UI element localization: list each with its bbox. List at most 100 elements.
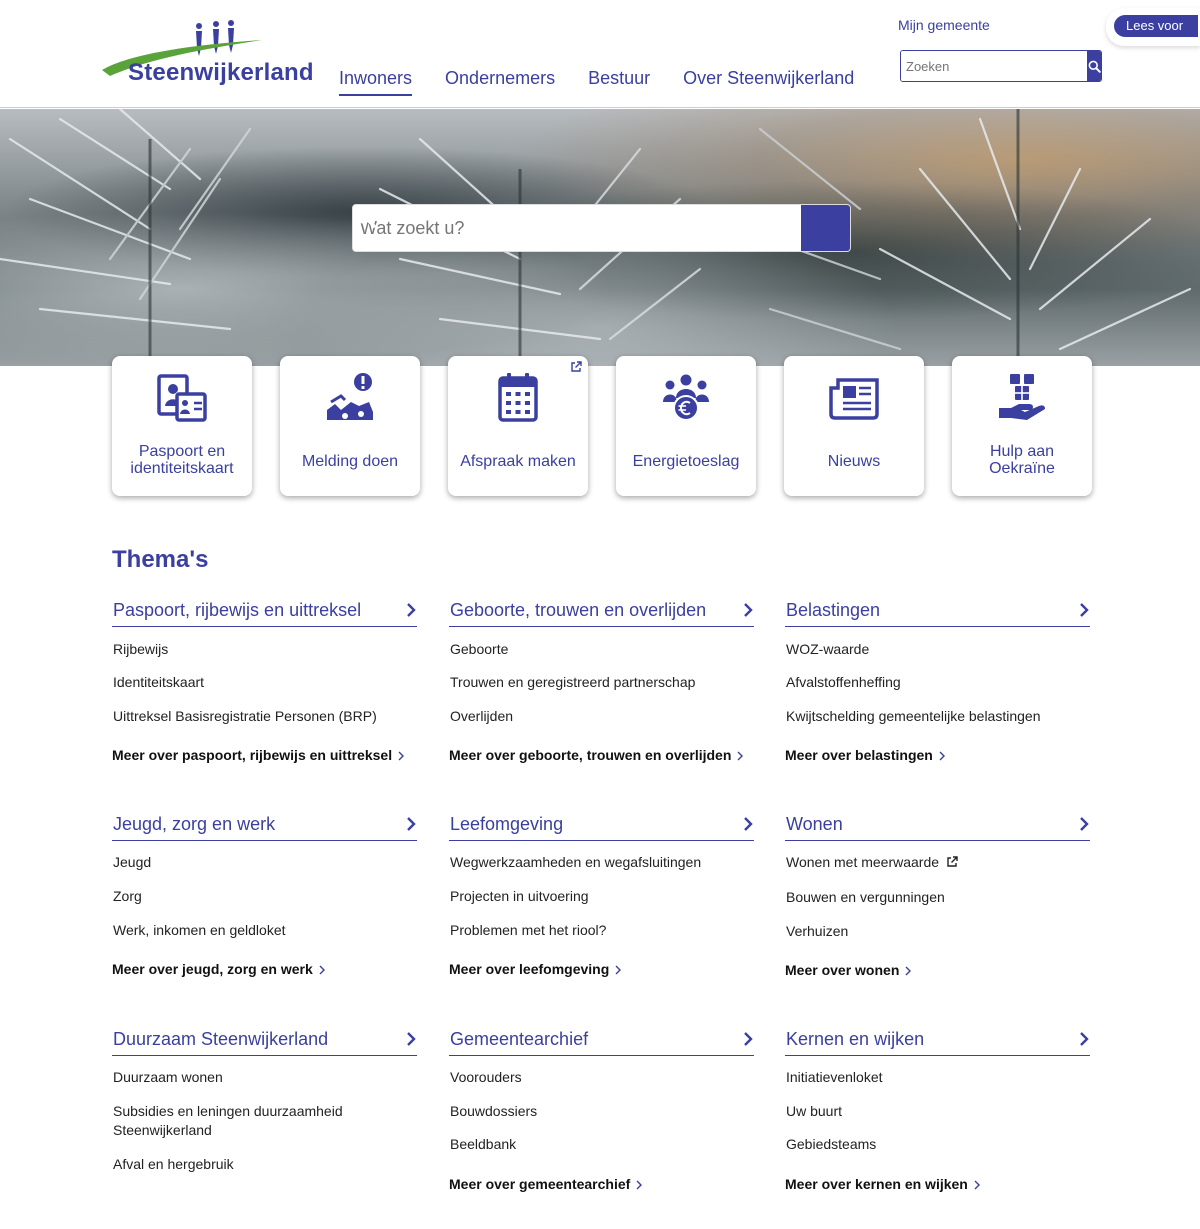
header-search-button[interactable] [1087, 51, 1101, 81]
theme-link[interactable]: Overlijden [450, 707, 513, 726]
hero-search-input[interactable] [353, 205, 801, 251]
theme-title-link[interactable]: Leefomgeving [449, 814, 754, 841]
theme-block: Kernen en wijken Initiatievenloket Uw buur… [785, 1029, 1090, 1229]
tile-paspoort[interactable]: Paspoort en identiteitskaart [112, 356, 252, 496]
theme-link[interactable]: Beeldbank [450, 1135, 516, 1154]
theme-meer-label: Meer over jeugd, zorg en werk [112, 961, 313, 977]
theme-block: Jeugd, zorg en werk Jeugd Zorg Werk, inkome… [112, 814, 417, 1014]
theme-link-label: Bouwdossiers [450, 1103, 538, 1119]
group-euro-icon [663, 374, 709, 421]
theme-link[interactable]: Zorg [113, 887, 142, 906]
theme-link-label: Jeugd [113, 854, 152, 870]
theme-link[interactable]: Wonen met meerwaarde [786, 853, 958, 872]
chevron-right-icon [407, 603, 416, 617]
hero-search [352, 204, 851, 252]
tile-afspraak-maken[interactable]: Afspraak maken [448, 356, 588, 496]
hero-banner [0, 109, 1200, 366]
theme-link-label: Geboorte [450, 641, 509, 657]
theme-link-label: Beeldbank [450, 1136, 517, 1152]
theme-link-label: Zorg [113, 888, 142, 904]
theme-link[interactable]: Gebiedsteams [786, 1135, 876, 1154]
tile-hulp-oekraine[interactable]: Hulp aan Oekraïne [952, 356, 1092, 496]
theme-link[interactable]: Duurzaam wonen [113, 1068, 223, 1087]
theme-link[interactable]: Trouwen en geregistreerd partnerschap [450, 673, 695, 692]
nav-over-steenwijkerland[interactable]: Over Steenwijkerland [683, 68, 854, 96]
theme-link[interactable]: WOZ-waarde [786, 640, 869, 659]
tile-label: Nieuws [827, 453, 881, 470]
theme-link[interactable]: Afval en hergebruik [113, 1155, 234, 1174]
nav-bestuur[interactable]: Bestuur [588, 68, 650, 96]
chevron-right-icon [407, 817, 416, 831]
theme-title-link[interactable]: Gemeentearchief [449, 1029, 754, 1056]
theme-link[interactable]: Projecten in uitvoering [450, 887, 589, 906]
theme-link[interactable]: Verhuizen [786, 922, 848, 941]
theme-meer-label: Meer over geboorte, trouwen en overlijde… [449, 747, 732, 763]
mijn-gemeente-link[interactable]: Mijn gemeente [898, 17, 990, 33]
theme-link[interactable]: Subsidies en leningen duurzaamheid Steen… [113, 1102, 363, 1140]
theme-title-link[interactable]: Paspoort, rijbewijs en uittreksel [112, 600, 417, 627]
header-search [900, 50, 1102, 82]
theme-link[interactable]: Kwijtschelding gemeentelijke belastingen [786, 707, 1041, 726]
theme-link[interactable]: Uw buurt [786, 1102, 842, 1121]
calendar-icon [498, 373, 538, 422]
chevron-right-icon [905, 966, 912, 975]
theme-link-label: Wegwerkzaamheden en wegafsluitingen [450, 854, 702, 870]
theme-link-label: WOZ-waarde [786, 641, 870, 657]
chevron-right-icon [1080, 1032, 1089, 1046]
chevron-right-icon [744, 603, 753, 617]
theme-block: Gemeentearchief Voorouders Bouwdossiers Bee… [449, 1029, 754, 1229]
theme-link-label: Afval en hergebruik [113, 1156, 234, 1172]
lees-voor-button[interactable]: Lees voor [1114, 15, 1198, 37]
quick-tiles: Paspoort en identiteitskaart Melding doe… [112, 356, 1093, 496]
theme-link-label: Verhuizen [786, 923, 849, 939]
theme-title-link[interactable]: Duurzaam Steenwijkerland [112, 1029, 417, 1056]
theme-meer-link[interactable]: Meer over gemeentearchief [449, 1176, 643, 1192]
theme-meer-label: Meer over kernen en wijken [785, 1176, 968, 1192]
theme-block: Belastingen WOZ-waarde Afvalstoffenheffing… [785, 600, 1090, 800]
theme-link[interactable]: Identiteitskaart [113, 673, 204, 692]
theme-meer-link[interactable]: Meer over kernen en wijken [785, 1176, 980, 1192]
nav-inwoners[interactable]: Inwoners [339, 68, 413, 96]
themas-heading: Thema's [112, 546, 209, 573]
chevron-right-icon [398, 751, 405, 760]
theme-link[interactable]: Problemen met het riool? [450, 921, 606, 940]
theme-link[interactable]: Initiatievenloket [786, 1068, 883, 1087]
lees-voor-widget: Lees voor [1106, 8, 1200, 46]
theme-title-link[interactable]: Jeugd, zorg en werk [112, 814, 417, 841]
theme-title-link[interactable]: Geboorte, trouwen en overlijden [449, 600, 754, 627]
theme-meer-link[interactable]: Meer over jeugd, zorg en werk [112, 961, 325, 977]
tile-label: Energietoeslag [632, 453, 740, 470]
theme-meer-link[interactable]: Meer over paspoort, rijbewijs en uittrek… [112, 747, 405, 763]
search-icon [354, 206, 376, 228]
theme-link-label: Gebiedsteams [786, 1136, 877, 1152]
theme-meer-link[interactable]: Meer over leefomgeving [449, 961, 622, 977]
theme-meer-link[interactable]: Meer over wonen [785, 962, 912, 978]
theme-link[interactable]: Bouwdossiers [450, 1102, 537, 1121]
theme-meer-link[interactable]: Meer over belastingen [785, 747, 945, 763]
theme-title: Paspoort, rijbewijs en uittreksel [113, 599, 362, 620]
theme-title-link[interactable]: Belastingen [785, 600, 1090, 627]
theme-title-link[interactable]: Wonen [785, 814, 1090, 841]
theme-link[interactable]: Rijbewijs [113, 640, 168, 659]
theme-link[interactable]: Bouwen en vergunningen [786, 888, 945, 907]
theme-meer-link[interactable]: Meer over geboorte, trouwen en overlijde… [449, 747, 744, 763]
theme-link[interactable]: Geboorte [450, 640, 508, 659]
header-search-input[interactable] [901, 51, 1087, 81]
theme-link[interactable]: Afvalstoffenheffing [786, 673, 901, 692]
theme-link[interactable]: Uittreksel Basisregistratie Personen (BR… [113, 707, 377, 726]
theme-title-link[interactable]: Kernen en wijken [785, 1029, 1090, 1056]
main-nav: Inwoners Ondernemers Bestuur Over Steenw… [339, 68, 887, 96]
theme-link[interactable]: Jeugd [113, 853, 151, 872]
hero-search-button[interactable] [354, 205, 850, 251]
chevron-right-icon [1080, 603, 1089, 617]
theme-link[interactable]: Wegwerkzaamheden en wegafsluitingen [450, 853, 701, 872]
theme-link[interactable]: Werk, inkomen en geldloket [113, 921, 286, 940]
tile-melding-doen[interactable]: Melding doen [280, 356, 420, 496]
tile-nieuws[interactable]: Nieuws [784, 356, 924, 496]
nav-ondernemers[interactable]: Ondernemers [445, 68, 555, 96]
theme-title: Belastingen [786, 599, 881, 620]
tile-energietoeslag[interactable]: Energietoeslag [616, 356, 756, 496]
theme-meer-label: Meer over gemeentearchief [449, 1176, 631, 1192]
chevron-right-icon [737, 751, 744, 760]
theme-link[interactable]: Voorouders [450, 1068, 522, 1087]
